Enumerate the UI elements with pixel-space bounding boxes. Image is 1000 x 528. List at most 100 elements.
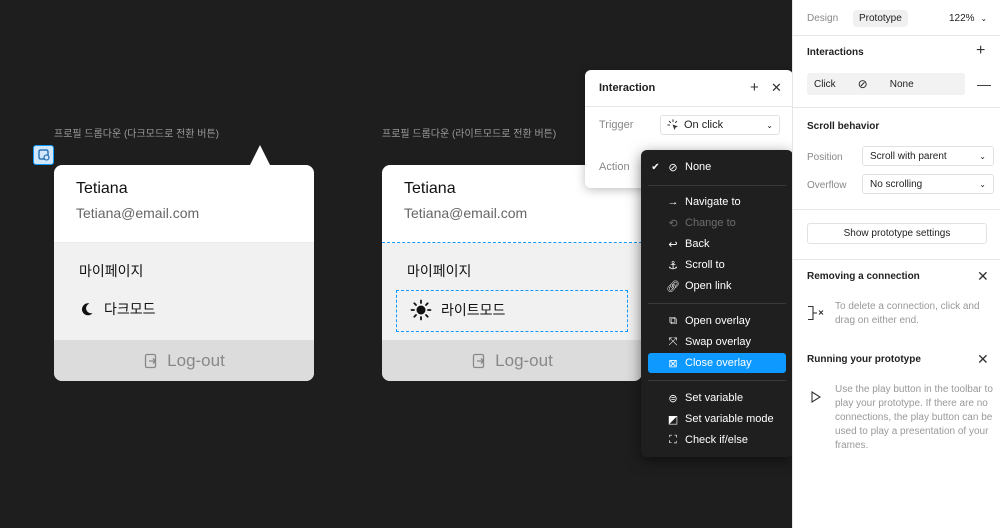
logout-button[interactable]: Log-out <box>54 340 314 381</box>
dropdown-pointer <box>250 145 270 165</box>
menu-item-label: Scroll to <box>685 259 725 271</box>
variable-mode-icon: ◩ <box>667 413 679 426</box>
menu-item-open-overlay[interactable]: ⧉ Open overlay <box>648 311 786 331</box>
interaction-action: None <box>889 78 914 90</box>
menu-item-set-variable-mode[interactable]: ◩ Set variable mode <box>648 409 786 429</box>
menu-item-label: Close overlay <box>685 357 752 369</box>
action-dropdown-menu[interactable]: ✔ ⊘ None → Navigate to ⟲ Change to ↩ Bac… <box>641 150 793 457</box>
close-icon[interactable]: ✕ <box>977 351 989 368</box>
change-icon: ⟲ <box>668 217 678 230</box>
swap-overlay-icon: ⤧ <box>668 335 678 348</box>
properties-panel: Design Prototype 122% ⌄ Interactions + C… <box>792 0 1000 528</box>
moon-icon <box>81 303 93 316</box>
menu-item-none[interactable]: ✔ ⊘ None <box>648 157 786 177</box>
user-name: Tetiana <box>76 180 128 197</box>
trigger-label: Trigger <box>599 119 634 131</box>
link-icon: 🔗︎ <box>666 280 680 293</box>
show-settings-label: Show prototype settings <box>843 228 951 239</box>
profile-dropdown-light[interactable]: Tetiana Tetiana@email.com 마이페이지 라이트모드 Lo… <box>382 165 642 381</box>
open-overlay-icon: ⧉ <box>669 314 677 327</box>
dark-mode-label: 다크모드 <box>104 301 156 317</box>
menu-separator <box>648 380 786 381</box>
user-email: Tetiana@email.com <box>404 205 528 221</box>
frame-label-dark[interactable]: 프로필 드롭다운 (다크모드로 전환 버튼) <box>54 125 219 140</box>
none-icon: ⊘ <box>668 161 678 174</box>
profile-dropdown-dark[interactable]: Tetiana Tetiana@email.com 마이페이지 다크모드 Log… <box>54 165 314 381</box>
menu-item-label: Back <box>685 238 710 250</box>
interaction-row[interactable]: Click ⊘ None <box>807 73 965 95</box>
scroll-behavior-title: Scroll behavior <box>807 121 880 132</box>
overflow-select[interactable]: No scrolling ⌄ <box>862 174 994 194</box>
add-interaction-icon[interactable]: + <box>976 42 985 60</box>
tab-prototype[interactable]: Prototype <box>853 10 908 27</box>
overflow-label: Overflow <box>807 180 847 191</box>
disconnect-icon <box>807 305 825 324</box>
mypage-item[interactable]: 마이페이지 <box>407 261 471 281</box>
running-help-text: Use the play button in the toolbar to pl… <box>835 384 993 451</box>
menu-item-swap-overlay[interactable]: ⤧ Swap overlay <box>648 332 786 352</box>
checkmark-icon: ✔ <box>651 161 660 173</box>
zoom-level: 122% <box>949 13 975 24</box>
anchor-icon: ⚓ <box>668 259 678 272</box>
menu-item-scroll-to[interactable]: ⚓ Scroll to <box>648 255 786 275</box>
menu-item-change-to: ⟲ Change to <box>648 213 786 233</box>
menu-item-set-variable[interactable]: ⊜ Set variable <box>648 388 786 408</box>
menu-item-label: Change to <box>685 217 736 229</box>
menu-item-back[interactable]: ↩ Back <box>648 234 786 254</box>
overflow-value: No scrolling <box>870 178 923 190</box>
close-icon[interactable]: ✕ <box>977 268 989 285</box>
remove-interaction-icon[interactable]: — <box>977 76 991 92</box>
menu-item-navigate-to[interactable]: → Navigate to <box>648 192 786 212</box>
menu-item-label: Open overlay <box>685 315 751 327</box>
zoom-control[interactable]: 122% ⌄ <box>949 13 987 24</box>
menu-item-label: Check if/else <box>685 434 748 446</box>
close-icon[interactable]: ✕ <box>771 80 782 96</box>
set-variable-icon: ⊜ <box>668 392 678 405</box>
sun-icon <box>410 299 432 321</box>
dark-mode-button[interactable]: 다크모드 <box>79 299 156 319</box>
tab-design[interactable]: Design <box>801 10 844 27</box>
menu-item-label: Set variable mode <box>685 413 774 425</box>
running-prototype-title: Running your prototype <box>807 354 921 365</box>
menu-item-label: Navigate to <box>685 196 741 208</box>
menu-item-check-if-else[interactable]: ⛶ Check if/else <box>648 430 786 450</box>
menu-separator <box>648 303 786 304</box>
add-icon[interactable]: + <box>750 79 759 96</box>
menu-item-open-link[interactable]: 🔗︎ Open link <box>648 276 786 296</box>
arrow-right-icon: → <box>667 196 679 208</box>
removing-help-text: To delete a connection, click and drag o… <box>835 301 980 326</box>
logout-label: Log-out <box>495 350 553 370</box>
logout-label: Log-out <box>167 350 225 370</box>
light-mode-label: 라이트모드 <box>441 302 506 318</box>
mypage-item[interactable]: 마이페이지 <box>79 261 143 281</box>
trigger-select[interactable]: On click ⌄ <box>660 115 780 135</box>
menu-item-label: Swap overlay <box>685 336 752 348</box>
close-overlay-icon: ⊠ <box>668 357 678 370</box>
removing-connection-title: Removing a connection <box>807 271 920 282</box>
user-email: Tetiana@email.com <box>76 205 200 221</box>
menu-item-label: Set variable <box>685 392 744 404</box>
frame-label-light[interactable]: 프로필 드롭다운 (라이트모드로 전환 버튼) <box>382 125 556 140</box>
back-icon: ↩ <box>668 238 678 251</box>
menu-item-close-overlay[interactable]: ⊠ Close overlay <box>648 353 786 373</box>
click-icon <box>667 119 678 130</box>
chevron-down-icon: ⌄ <box>979 151 986 161</box>
interaction-source-icon[interactable] <box>33 145 54 165</box>
show-prototype-settings-button[interactable]: Show prototype settings <box>807 223 987 244</box>
logout-icon <box>473 353 485 368</box>
action-label: Action <box>599 161 630 173</box>
chevron-down-icon: ⌄ <box>979 179 986 189</box>
position-select[interactable]: Scroll with parent ⌄ <box>862 146 994 166</box>
logout-button[interactable]: Log-out <box>382 340 642 381</box>
logout-icon <box>145 353 157 368</box>
if-else-icon: ⛶ <box>669 433 677 446</box>
position-value: Scroll with parent <box>870 150 947 162</box>
menu-item-label: None <box>685 161 712 173</box>
interactions-title: Interactions <box>807 47 864 58</box>
none-icon: ⊘ <box>857 77 868 91</box>
trigger-value: On click <box>684 119 724 131</box>
light-mode-button[interactable]: 라이트모드 <box>410 299 505 321</box>
menu-separator <box>648 185 786 186</box>
interaction-trigger: Click <box>814 78 836 90</box>
menu-item-label: Open link <box>685 280 732 292</box>
